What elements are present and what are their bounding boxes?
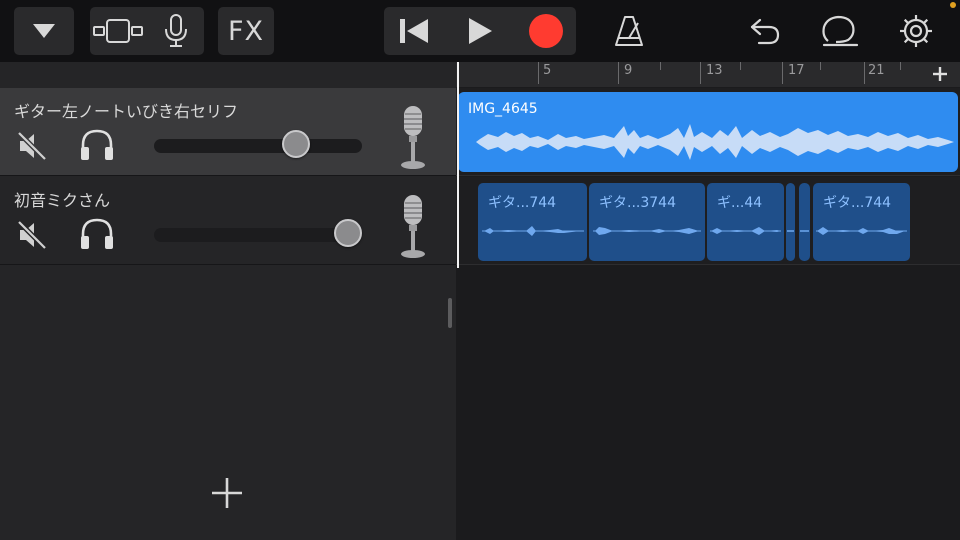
play-icon	[469, 18, 492, 44]
playhead[interactable]	[457, 62, 459, 268]
ruler-label: 5	[543, 63, 552, 78]
track-name: 初音ミクさん	[14, 191, 111, 210]
settings-button[interactable]	[892, 7, 940, 55]
track-header-2[interactable]: 初音ミクさん	[0, 177, 456, 265]
ruler-tick	[700, 62, 701, 84]
loop-icon	[822, 15, 859, 47]
microphone-icon[interactable]	[398, 104, 428, 170]
region-title: IMG_4645	[468, 101, 538, 117]
region-title: ギタ...744	[488, 195, 557, 211]
record-icon	[529, 14, 563, 48]
ruler-label: 13	[706, 63, 723, 78]
plus-icon	[933, 67, 947, 81]
rewind-button[interactable]	[384, 7, 444, 55]
track-headers-panel: ギター左ノートいびき右セリフ 初音ミクさん	[0, 62, 456, 540]
ruler-label: 9	[624, 63, 633, 78]
ruler-tick	[660, 62, 661, 70]
waveform	[816, 227, 907, 235]
waveform	[787, 230, 794, 232]
region-title: ギタ...744	[823, 195, 892, 211]
region-title: ギタ...3744	[599, 195, 676, 211]
add-track-plus-icon[interactable]	[210, 476, 244, 510]
volume-slider-track[interactable]	[154, 139, 362, 153]
mic-input-button[interactable]	[148, 7, 204, 55]
microphone-icon[interactable]	[398, 193, 428, 259]
volume-slider-knob[interactable]	[282, 130, 310, 158]
audio-region[interactable]	[786, 183, 795, 261]
waveform	[593, 227, 701, 235]
track-view-button[interactable]	[90, 7, 146, 55]
ruler-tick	[740, 62, 741, 70]
panel-resize-handle[interactable]	[448, 298, 452, 328]
ruler-label: 17	[788, 63, 805, 78]
add-section-button[interactable]	[920, 62, 960, 86]
ruler-tick	[782, 62, 783, 84]
ruler-tick	[864, 62, 865, 84]
view-mic-group	[90, 7, 204, 55]
play-button[interactable]	[448, 7, 512, 55]
rewind-icon	[400, 19, 428, 43]
timeline-ruler[interactable]: 5 9 13 17 21	[456, 62, 960, 88]
track-name: ギター左ノートいびき右セリフ	[14, 102, 239, 121]
mute-speaker-icon[interactable]	[16, 130, 48, 162]
track-view-icon	[93, 19, 143, 43]
volume-slider-track[interactable]	[154, 228, 362, 242]
audio-region[interactable]	[799, 183, 810, 261]
audio-region-main[interactable]: IMG_4645	[458, 92, 958, 172]
audio-region[interactable]: ギ...44	[707, 183, 784, 261]
track-header-1[interactable]: ギター左ノートいびき右セリフ	[0, 88, 456, 176]
metronome-button[interactable]	[604, 7, 654, 55]
waveform	[800, 230, 809, 232]
transport-controls	[384, 7, 576, 55]
ruler-tick	[900, 62, 901, 70]
waveform	[710, 227, 781, 235]
dropdown-icon	[33, 24, 55, 38]
fx-label: FX	[227, 15, 265, 47]
undo-icon	[750, 18, 780, 45]
ruler-label: 21	[868, 63, 885, 78]
audio-region[interactable]: ギタ...744	[813, 183, 910, 261]
loop-browser-button[interactable]	[814, 7, 866, 55]
waveform	[482, 226, 584, 236]
browser-dropdown-button[interactable]	[14, 7, 74, 55]
ruler-tick	[618, 62, 619, 84]
volume-slider-knob[interactable]	[334, 219, 362, 247]
notification-dot	[950, 2, 956, 8]
mic-icon	[165, 14, 187, 47]
record-button[interactable]	[516, 7, 576, 55]
waveform	[476, 124, 954, 160]
mute-speaker-icon[interactable]	[16, 219, 48, 251]
region-title: ギ...44	[717, 195, 763, 211]
ruler-tick	[538, 62, 539, 84]
ruler-tick	[820, 62, 821, 70]
undo-button[interactable]	[740, 7, 790, 55]
headphones-icon[interactable]	[79, 217, 115, 251]
audio-region[interactable]: ギタ...3744	[589, 183, 705, 261]
metronome-icon	[615, 16, 643, 46]
fx-button[interactable]: FX	[218, 7, 274, 55]
settings-icon	[900, 15, 932, 47]
headphones-icon[interactable]	[79, 128, 115, 162]
audio-region[interactable]: ギタ...744	[478, 183, 587, 261]
toolbar: FX	[0, 0, 960, 62]
